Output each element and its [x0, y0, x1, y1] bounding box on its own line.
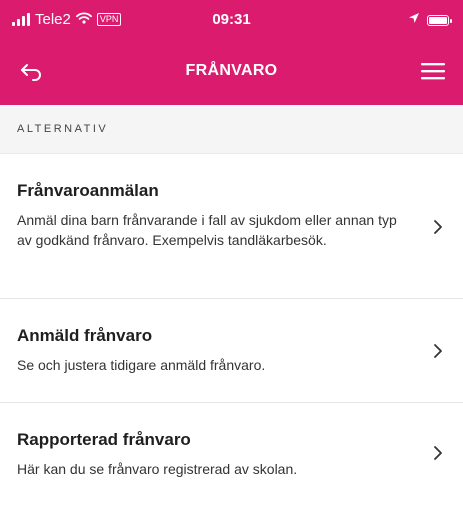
location-arrow-icon — [408, 11, 420, 29]
nav-bar: FRÅNVARO — [0, 46, 463, 98]
chevron-right-icon — [434, 344, 442, 358]
status-bar: Tele2 VPN 09:31 — [0, 0, 463, 40]
page-title: FRÅNVARO — [185, 62, 278, 79]
item-description: Här kan du se frånvaro registrerad av sk… — [17, 461, 298, 477]
item-description: Anmäl dina barn frånvarande i fall av sj… — [17, 212, 397, 248]
item-title: Rapporterad frånvaro — [17, 430, 191, 449]
section-header: ALTERNATIV — [0, 105, 463, 154]
battery-icon — [427, 14, 452, 26]
list-item-franvaroanmalan[interactable]: Frånvaroanmälan Anmäl dina barn frånvara… — [0, 154, 463, 299]
app-header: Tele2 VPN 09:31 FRÅNVARO — [0, 0, 463, 105]
item-description: Se och justera tidigare anmäld frånvaro. — [17, 357, 266, 373]
item-title: Frånvaroanmälan — [17, 181, 159, 200]
list-item-rapporterad-franvaro[interactable]: Rapporterad frånvaro Här kan du se frånv… — [0, 403, 463, 505]
status-time: 09:31 — [212, 11, 251, 28]
hamburger-menu-icon — [421, 63, 445, 80]
chevron-right-icon — [434, 446, 442, 460]
item-title: Anmäld frånvaro — [17, 326, 153, 345]
status-right — [408, 11, 452, 29]
list-item-anmald-franvaro[interactable]: Anmäld frånvaro Se och justera tidigare … — [0, 299, 463, 403]
chevron-right-icon — [434, 220, 442, 234]
menu-button[interactable] — [421, 60, 445, 82]
